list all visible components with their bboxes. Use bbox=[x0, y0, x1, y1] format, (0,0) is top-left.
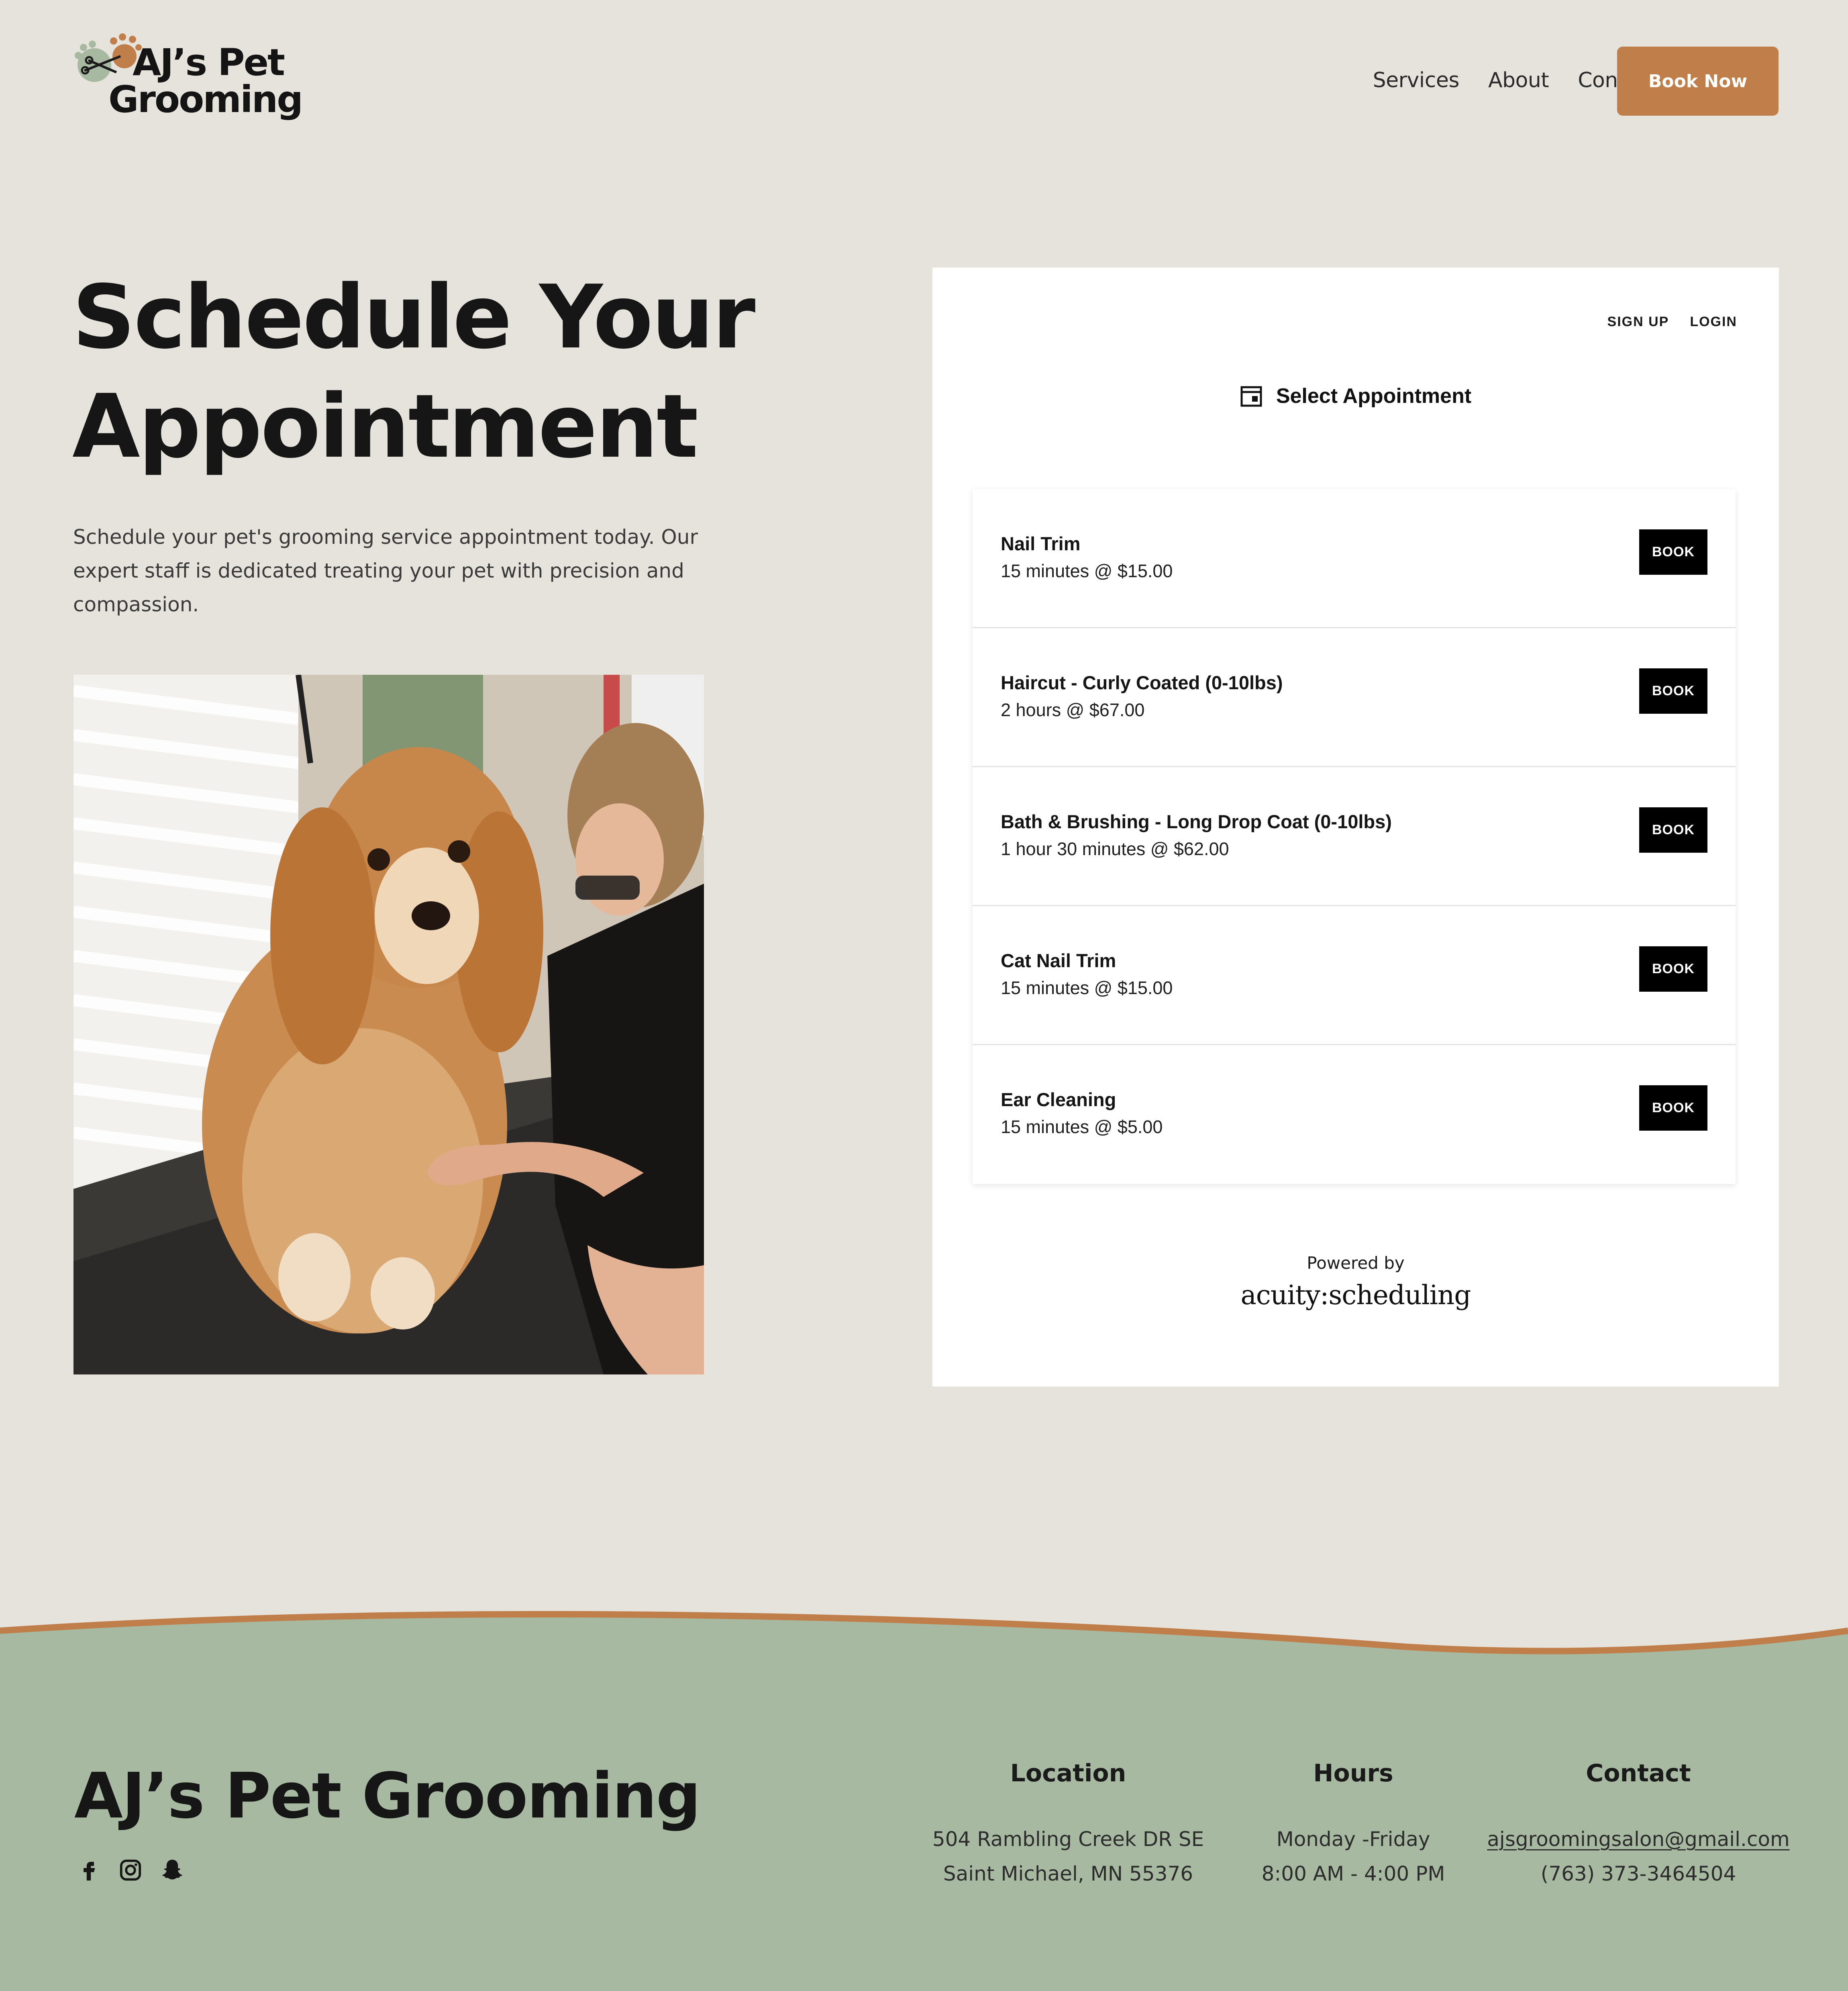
hero-description: Schedule your pet's grooming service app… bbox=[73, 525, 698, 616]
appointment-duration-price: 15 minutes @ $15.00 bbox=[1001, 978, 1173, 998]
page-title: Schedule Your Appointment bbox=[72, 263, 795, 482]
book-cat-nail-trim-button[interactable]: BOOK bbox=[1639, 946, 1707, 992]
address-line-2: Saint Michael, MN 55376 bbox=[943, 1862, 1193, 1885]
book-haircut-button[interactable]: BOOK bbox=[1639, 668, 1707, 714]
appointment-item: Bath & Brushing - Long Drop Coat (0-10lb… bbox=[973, 767, 1736, 906]
photo-illustration bbox=[73, 675, 704, 1374]
email-link[interactable]: ajsgroomingsalon@gmail.com bbox=[1487, 1828, 1789, 1851]
select-appointment-heading: Select Appointment bbox=[932, 384, 1779, 408]
snapchat-icon bbox=[162, 1860, 182, 1880]
appointment-name: Ear Cleaning bbox=[1001, 1089, 1116, 1110]
auth-links: SIGN UP LOGIN bbox=[1607, 314, 1737, 330]
appointment-item: Nail Trim 15 minutes @ $15.00 BOOK bbox=[973, 489, 1736, 628]
appointment-duration-price: 2 hours @ $67.00 bbox=[1001, 700, 1145, 720]
snapchat-link[interactable] bbox=[160, 1858, 185, 1883]
appointment-item: Ear Cleaning 15 minutes @ $5.00 BOOK bbox=[973, 1045, 1736, 1184]
appointment-name: Bath & Brushing - Long Drop Coat (0-10lb… bbox=[1001, 811, 1392, 832]
social-links bbox=[76, 1858, 185, 1883]
groomer-with-dog-photo bbox=[73, 675, 704, 1374]
appointment-duration-price: 15 minutes @ $15.00 bbox=[1001, 561, 1173, 581]
instagram-icon bbox=[120, 1859, 141, 1881]
hours-days: Monday -Friday bbox=[1276, 1828, 1430, 1851]
appointment-duration-price: 15 minutes @ $5.00 bbox=[1001, 1117, 1163, 1137]
logo-line-1: AJ’s Pet bbox=[133, 41, 285, 84]
select-appointment-title: Select Appointment bbox=[1276, 384, 1472, 408]
appointment-name: Haircut - Curly Coated (0-10lbs) bbox=[1001, 672, 1283, 693]
login-link[interactable]: LOGIN bbox=[1690, 314, 1737, 330]
book-bath-brushing-button[interactable]: BOOK bbox=[1639, 807, 1707, 853]
footer-contact: Contact ajsgroomingsalon@gmail.com (763)… bbox=[1482, 1759, 1795, 1891]
address-line-1: 504 Rambling Creek DR SE bbox=[932, 1828, 1204, 1851]
book-ear-cleaning-button[interactable]: BOOK bbox=[1639, 1085, 1707, 1131]
contact-heading: Contact bbox=[1586, 1759, 1691, 1787]
nav-about[interactable]: About bbox=[1488, 68, 1549, 92]
page-title-line-1: Schedule Your bbox=[72, 267, 755, 368]
appointment-item: Haircut - Curly Coated (0-10lbs) 2 hours… bbox=[973, 628, 1736, 767]
sign-up-link[interactable]: SIGN UP bbox=[1607, 314, 1669, 330]
logo[interactable]: AJ’s Pet Grooming bbox=[72, 32, 303, 133]
powered-by-label: Powered by bbox=[1307, 1253, 1405, 1273]
calendar-icon bbox=[1240, 386, 1262, 407]
book-now-button[interactable]: Book Now bbox=[1617, 47, 1779, 116]
hours-heading: Hours bbox=[1313, 1759, 1393, 1787]
acuity-scheduling-logo[interactable]: acuity:scheduling bbox=[932, 1280, 1779, 1311]
footer-brand: AJ’s Pet Grooming bbox=[74, 1759, 701, 1832]
logo-text: AJ’s Pet Grooming bbox=[108, 41, 303, 118]
location-heading: Location bbox=[1010, 1759, 1126, 1787]
footer-hours: Hours Monday -Friday 8:00 AM - 4:00 PM bbox=[1249, 1759, 1458, 1891]
appointment-name: Nail Trim bbox=[1001, 533, 1081, 554]
footer-location: Location 504 Rambling Creek DR SE Saint … bbox=[932, 1759, 1205, 1891]
phone-number: (763) 373-3464504 bbox=[1540, 1862, 1736, 1885]
main-nav: Services About Contact bbox=[1373, 68, 1658, 92]
hours-times: 8:00 AM - 4:00 PM bbox=[1261, 1862, 1445, 1885]
nav-services[interactable]: Services bbox=[1373, 68, 1460, 92]
facebook-link[interactable] bbox=[76, 1858, 101, 1883]
book-nail-trim-button[interactable]: BOOK bbox=[1639, 529, 1707, 575]
appointment-item: Cat Nail Trim 15 minutes @ $15.00 BOOK bbox=[973, 906, 1736, 1045]
page-title-line-2: Appointment bbox=[72, 376, 698, 478]
instagram-link[interactable] bbox=[118, 1858, 143, 1883]
appointment-duration-price: 1 hour 30 minutes @ $62.00 bbox=[1001, 839, 1229, 859]
facebook-icon bbox=[84, 1862, 95, 1881]
scheduler-widget: SIGN UP LOGIN Select Appointment Nail Tr… bbox=[932, 268, 1779, 1387]
appointment-list: Nail Trim 15 minutes @ $15.00 BOOK Hairc… bbox=[973, 489, 1736, 1184]
logo-line-2: Grooming bbox=[108, 78, 303, 121]
appointment-name: Cat Nail Trim bbox=[1001, 950, 1116, 971]
